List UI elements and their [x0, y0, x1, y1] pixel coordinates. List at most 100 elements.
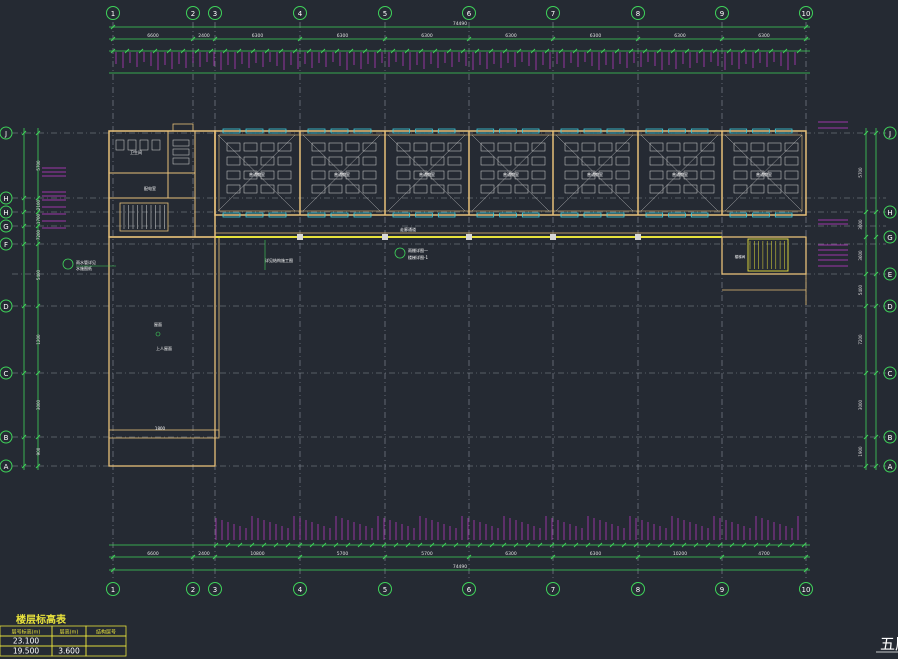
building: 普通教室 普通教室 普通教室 普通教室 普通教室 普通教室 普通教室走廊通道配电室卫生间屋面…	[108, 123, 807, 467]
axis-label: 6	[467, 10, 472, 18]
desk	[260, 184, 275, 194]
note-text: 1800	[155, 426, 166, 431]
desk	[396, 184, 411, 194]
axis-bubble-col: 2	[186, 582, 200, 596]
desk	[514, 156, 529, 166]
axis-bubble-col: 2	[186, 6, 200, 20]
desk	[767, 142, 782, 152]
desk	[345, 156, 360, 166]
axis-label: A	[4, 463, 9, 471]
desk	[564, 156, 579, 166]
desk	[615, 156, 630, 166]
note-text: 雨棚详图一	[408, 247, 428, 253]
desk	[784, 156, 799, 166]
axis-label: C	[4, 370, 9, 378]
desk	[277, 156, 292, 166]
axis-bubbles: 1122334455667788991010JHHGFDCBAJHGEDCBA	[0, 6, 897, 596]
axis-bubble-col: 10	[799, 6, 813, 20]
desk	[649, 184, 664, 194]
axis-bubble-row-left: G	[0, 219, 13, 233]
room-label: 配电室	[144, 185, 156, 191]
desk	[564, 184, 579, 194]
dim-text: 5400	[858, 284, 863, 295]
axis-bubble-col: 6	[462, 582, 476, 596]
dim-text: 3000	[36, 399, 41, 410]
desk	[311, 184, 326, 194]
desk	[750, 184, 765, 194]
notes: 雨水管详见水施图纸详见结构施工图雨棚详图一楼梯详图-11800	[62, 240, 428, 431]
axis-label: J	[4, 130, 7, 138]
desk	[784, 184, 799, 194]
desk	[362, 170, 377, 180]
axis-label: 8	[636, 586, 640, 594]
desk	[700, 184, 715, 194]
desk	[413, 156, 428, 166]
axis-bubble-row-left: D	[0, 299, 13, 313]
classroom: 普通教室	[387, 134, 466, 212]
desk	[683, 156, 698, 166]
desk	[243, 184, 258, 194]
desk	[666, 142, 681, 152]
axis-label: 7	[551, 586, 555, 594]
axis-label: 3	[213, 586, 217, 594]
table-value-cell: 23.100	[13, 637, 39, 646]
axis-label: A	[888, 463, 893, 471]
desk	[345, 184, 360, 194]
axis-label: G	[887, 234, 892, 242]
floor-plan: 1122334455667788991010JHHGFDCBAJHGEDCBA7…	[0, 6, 898, 657]
platform-outline	[108, 236, 216, 467]
desk	[683, 184, 698, 194]
desk	[447, 184, 462, 194]
desk	[480, 142, 495, 152]
dim-text: 6300	[590, 551, 602, 557]
axis-bubble-row-left: J	[0, 126, 13, 140]
desk	[430, 156, 445, 166]
note-text: 详见结构施工图	[265, 257, 293, 263]
desk	[396, 142, 411, 152]
dim-text: 3000	[858, 399, 863, 410]
axis-label: E	[888, 271, 892, 279]
dim-text: 900	[36, 447, 41, 455]
dim-text: 6300	[337, 33, 349, 39]
desk	[413, 142, 428, 152]
desk	[581, 156, 596, 166]
desk	[531, 156, 546, 166]
column	[382, 234, 388, 240]
axis-bubble-col: 6	[462, 6, 476, 20]
axis-bubble-col: 8	[631, 6, 645, 20]
note-text: 雨水管详见	[76, 259, 96, 265]
axis-bubble-col: 5	[378, 6, 392, 20]
axis-bubble-col: 3	[208, 6, 222, 20]
table-header-cell: 结构层号	[96, 629, 116, 636]
desk	[311, 142, 326, 152]
table-value-cell: 19.500	[13, 647, 39, 656]
column	[635, 234, 641, 240]
dim-text: 10200	[673, 551, 687, 557]
axis-bubble-col: 1	[106, 6, 120, 20]
desk	[430, 184, 445, 194]
desk	[480, 184, 495, 194]
desk	[362, 184, 377, 194]
desk	[581, 142, 596, 152]
table-value-cell: 3.600	[58, 647, 80, 656]
stair-left	[119, 202, 169, 232]
dim-text: 3000	[858, 219, 863, 230]
axis-bubble-col: 4	[293, 6, 307, 20]
axis-label: 4	[298, 10, 303, 18]
elevation-table-grid: 层号标高(m) 层高(m) 结构层号 23.10019.500 3.600	[0, 625, 127, 657]
dim-text: 5400	[36, 269, 41, 280]
column	[550, 234, 556, 240]
dim-text: 4700	[758, 551, 770, 557]
axis-bubble-row-left: B	[0, 430, 13, 444]
dim-text: 6300	[505, 551, 517, 557]
axis-bubble-row-right: G	[883, 230, 897, 244]
desk	[226, 142, 241, 152]
desk	[666, 156, 681, 166]
axis-label: H	[3, 195, 8, 203]
classroom: 普通教室	[217, 134, 296, 212]
axis-bubble-col: 9	[715, 6, 729, 20]
desk	[649, 156, 664, 166]
axis-label: J	[888, 130, 891, 138]
axis-label: H	[887, 209, 892, 217]
desk	[733, 184, 748, 194]
